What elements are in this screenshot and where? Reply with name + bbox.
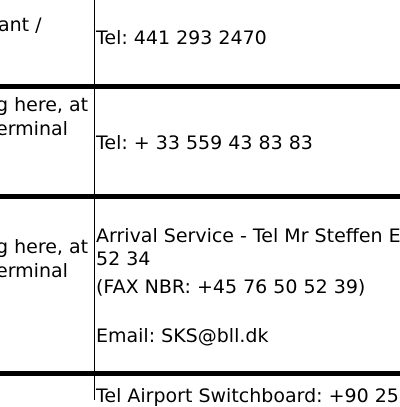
row-2-phone: Tel: + 33 559 43 83 83 [96, 132, 313, 154]
row-4-switchboard: Tel Airport Switchboard: +90 252 [96, 385, 400, 407]
row-divider-2 [0, 194, 400, 199]
column-divider [94, 0, 95, 400]
row-2-left-line-1: g here, at [0, 94, 89, 116]
row-1-left-line-1: ant / [0, 14, 42, 36]
row-3-arrival-service: Arrival Service - Tel Mr Steffen E [96, 225, 400, 247]
row-3-left-line-2: erminal [0, 260, 68, 282]
contact-table: ant / Tel: 441 293 2470 g here, at ermin… [0, 0, 400, 407]
row-3-phone-continuation: 52 34 [96, 248, 151, 270]
row-1-phone: Tel: 441 293 2470 [96, 27, 267, 49]
row-3-email: Email: SKS@bll.dk [96, 325, 269, 347]
row-divider-1 [0, 84, 400, 89]
row-3-left-line-1: g here, at [0, 236, 89, 258]
row-3-fax: (FAX NBR: +45 76 50 52 39) [96, 276, 366, 298]
row-2-left-line-2: erminal [0, 118, 68, 140]
row-divider-3 [0, 371, 400, 376]
